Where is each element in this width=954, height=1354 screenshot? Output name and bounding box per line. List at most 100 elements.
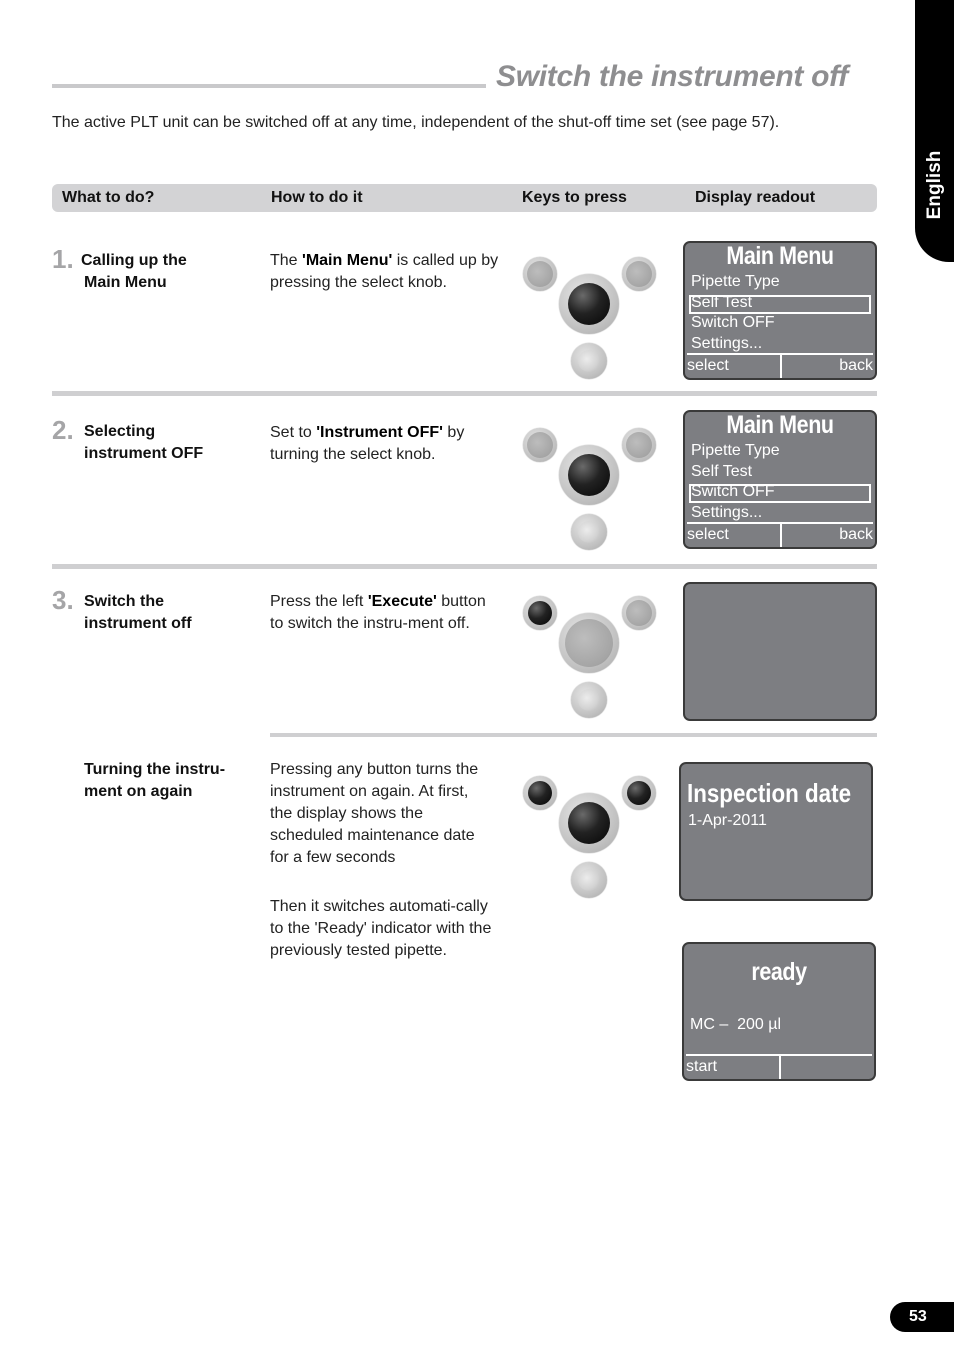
left-execute-button-icon (523, 257, 557, 291)
softkey-left-label: start (686, 1058, 718, 1075)
right-execute-button-icon-cap (627, 781, 651, 805)
page-number: 53 (909, 1308, 927, 1325)
step-number: 3. (52, 585, 74, 615)
display-ready: ready MC – 200 µl start (682, 942, 876, 1081)
left-execute-button-icon-cap (528, 601, 552, 625)
display-title: ready (751, 958, 807, 986)
header-display: Display readout (695, 189, 816, 206)
step-title: Turning the instru- ment on again (84, 759, 225, 803)
menu-item: Pipette Type (691, 273, 780, 290)
select-knob-icon (559, 445, 619, 505)
softkey-right-label: back (839, 357, 873, 374)
left-execute-button-icon-cap (527, 261, 553, 287)
select-knob-icon-cap (568, 283, 610, 325)
select-knob-icon (559, 613, 619, 673)
softkey-left-label: select (687, 526, 729, 543)
row-divider (270, 733, 877, 737)
step-instruction: Press the left 'Execute' button to switc… (270, 591, 495, 635)
keypad (518, 583, 658, 723)
right-execute-button-icon (622, 257, 656, 291)
right-execute-button-icon (622, 428, 656, 462)
instruction-text: Press the left (270, 593, 368, 610)
step-instruction: Set to 'Instrument OFF' by turning the s… (270, 422, 500, 466)
menu-item: Switch OFF (691, 314, 775, 331)
step-title-line: Switch the (84, 593, 165, 610)
step-title: Switch the instrument off (84, 591, 192, 635)
table-header: What to do? How to do it Keys to press D… (52, 184, 877, 212)
page-title: Switch the instrument off (496, 60, 848, 93)
step-number: 1. (52, 244, 74, 274)
left-execute-button-icon (523, 776, 557, 810)
footer-divider (780, 524, 782, 547)
select-knob-icon (559, 274, 619, 334)
display-title: Main Menu (726, 242, 834, 270)
keypad (518, 763, 658, 903)
right-execute-button-icon-cap (626, 600, 652, 626)
step-title: Calling up the Main Menu (81, 250, 187, 294)
step-title-line: instrument off (84, 615, 192, 632)
step-title-line: ment on again (84, 783, 193, 800)
softkey-left-label: select (687, 357, 729, 374)
left-execute-button-icon (523, 428, 557, 462)
select-knob-icon-cap (565, 619, 613, 667)
display-readout-blank (683, 582, 877, 721)
display-readout: Main Menu Pipette Type Self Test Switch OF… (683, 241, 877, 380)
menu-item: Settings... (691, 334, 763, 352)
keypad (518, 244, 658, 384)
row-divider (52, 391, 877, 396)
step-title-line: Calling up the (81, 252, 187, 269)
display-footer: start (686, 1054, 872, 1079)
right-execute-button-icon (622, 596, 656, 630)
menu-item: Self Test (691, 293, 753, 311)
right-execute-button-icon (622, 776, 656, 810)
header-what: What to do? (62, 189, 155, 206)
header-keys: Keys to press (522, 189, 627, 206)
left-execute-button-icon (523, 596, 557, 630)
page-number-tab: 53 (890, 1302, 954, 1332)
select-knob-icon-cap (568, 454, 610, 496)
step-instruction: Pressing any button turns the instrument… (270, 761, 479, 866)
select-knob-icon (559, 793, 619, 853)
bottom-button-icon-cap (578, 350, 600, 372)
menu-item: Settings... (691, 503, 763, 521)
display-title: Inspection date (687, 778, 852, 808)
bottom-button-icon (571, 682, 607, 718)
instruction-text: Set to (270, 424, 317, 441)
softkey-right-label: back (839, 526, 873, 543)
language-tab: English (915, 0, 954, 262)
display-footer: select back (687, 522, 873, 547)
bottom-button-icon (571, 343, 607, 379)
instruction-keyword: 'Execute' (367, 593, 437, 610)
display-inspection: Inspection date 1-Apr-2011 (679, 762, 873, 901)
title-rule (52, 84, 486, 88)
instruction-text: The (270, 252, 303, 269)
right-execute-button-icon-cap (626, 432, 652, 458)
step-title-line: instrument OFF (84, 445, 204, 462)
step-title-line: Main Menu (84, 274, 167, 291)
bottom-button-icon-cap (578, 689, 600, 711)
display-title: Main Menu (726, 411, 834, 439)
bottom-button-icon (571, 514, 607, 550)
menu-item: Switch OFF (691, 483, 775, 500)
left-execute-button-icon-cap (528, 781, 552, 805)
instruction-keyword: 'Instrument OFF' (316, 424, 443, 441)
bottom-button-icon (571, 862, 607, 898)
bottom-button-icon-cap (578, 521, 600, 543)
display-footer: select back (687, 353, 873, 378)
right-execute-button-icon-cap (626, 261, 652, 287)
left-execute-button-icon-cap (527, 432, 553, 458)
intro-text: The active PLT unit can be switched off … (52, 114, 780, 131)
pipette-readout: MC – 200 µl (690, 1016, 782, 1033)
row-divider (52, 564, 877, 569)
step-title: Selecting instrument OFF (84, 421, 203, 465)
header-how: How to do it (271, 189, 363, 206)
menu-item: Self Test (691, 462, 753, 480)
menu-item: Pipette Type (691, 442, 780, 459)
inspection-date: 1-Apr-2011 (688, 812, 767, 829)
step-number: 2. (52, 415, 74, 445)
step-instruction: The 'Main Menu' is called up by pressing… (270, 250, 500, 294)
instruction-keyword: 'Main Menu' (302, 252, 393, 269)
language-label: English (923, 150, 945, 220)
bottom-button-icon-cap (578, 869, 600, 891)
step-title-line: Turning the instru- (84, 761, 226, 778)
